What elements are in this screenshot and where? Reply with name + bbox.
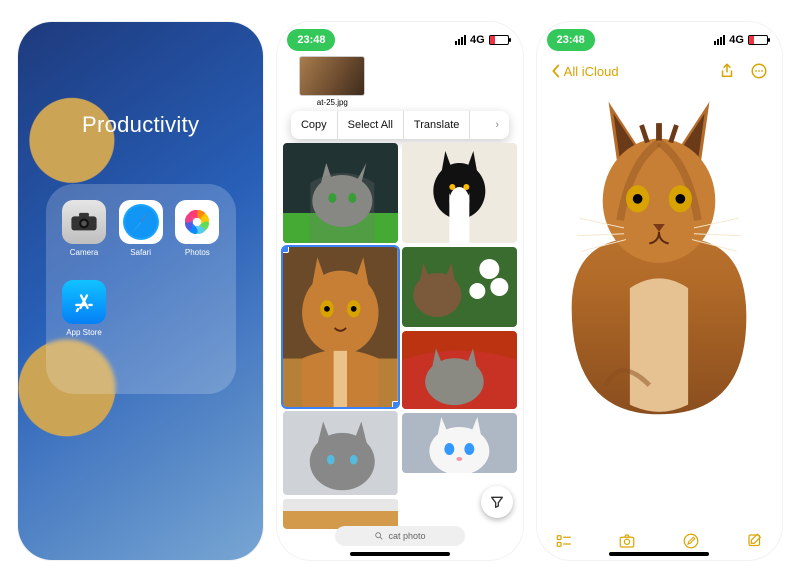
app-label: App Store — [66, 328, 102, 337]
home-screen: Productivity Camera Safari — [18, 22, 263, 560]
app-folder[interactable]: Camera Safari — [46, 184, 236, 394]
photo-tile[interactable] — [283, 411, 398, 495]
home-indicator[interactable] — [609, 552, 709, 556]
app-camera[interactable]: Camera — [58, 200, 111, 274]
photo-tile[interactable] — [402, 143, 517, 243]
funnel-icon — [489, 494, 505, 510]
app-label: Safari — [130, 248, 151, 257]
status-bar: 23:48 4G — [537, 22, 782, 54]
safari-icon — [119, 200, 163, 244]
battery-icon — [489, 35, 509, 45]
signal-icon — [714, 35, 725, 45]
notes-screen: 23:48 4G All iCloud — [537, 22, 782, 560]
app-photos[interactable]: Photos — [171, 200, 224, 274]
notes-nav: All iCloud — [537, 54, 782, 88]
compose-icon[interactable] — [746, 532, 764, 550]
network-label: 4G — [729, 34, 744, 46]
status-bar: 23:48 4G — [277, 22, 522, 54]
filter-button[interactable] — [481, 486, 513, 518]
battery-icon — [748, 35, 768, 45]
file-name: at-25.jpg — [299, 98, 365, 107]
cat-cutout-image[interactable] — [549, 94, 769, 424]
photo-tile[interactable] — [283, 499, 398, 529]
folder-title: Productivity — [82, 112, 199, 138]
home-indicator[interactable] — [350, 552, 450, 556]
time-pill[interactable]: 23:48 — [287, 29, 335, 51]
photo-tile[interactable] — [402, 331, 517, 409]
photo-tile[interactable] — [402, 247, 517, 327]
note-body[interactable] — [537, 88, 782, 522]
context-menu: Copy Select All Translate › — [291, 111, 509, 139]
ctx-select-all[interactable]: Select All — [338, 111, 404, 139]
back-button[interactable]: All iCloud — [551, 64, 619, 79]
app-safari[interactable]: Safari — [114, 200, 167, 274]
app-label: Camera — [70, 248, 98, 257]
appstore-icon — [62, 280, 106, 324]
search-pill[interactable]: cat photo — [335, 526, 465, 546]
search-screen: 23:48 4G at-25.jpg Copy Select All Trans… — [277, 22, 522, 560]
camera-icon — [62, 200, 106, 244]
file-thumbnail[interactable]: at-25.jpg — [299, 56, 365, 107]
network-label: 4G — [470, 34, 485, 46]
share-icon[interactable] — [718, 62, 736, 80]
app-label: Photos — [185, 248, 210, 257]
time-pill[interactable]: 23:48 — [547, 29, 595, 51]
chevron-left-icon — [551, 64, 560, 78]
camera-icon[interactable] — [618, 532, 636, 550]
app-appstore[interactable]: App Store — [58, 280, 111, 354]
file-thumb-image — [299, 56, 365, 96]
search-text: cat photo — [388, 531, 425, 541]
photos-icon — [175, 200, 219, 244]
photo-tile[interactable] — [283, 143, 398, 243]
ctx-translate[interactable]: Translate — [404, 111, 470, 139]
signal-icon — [455, 35, 466, 45]
photo-tile-selected[interactable] — [283, 247, 398, 407]
magnifier-icon — [374, 531, 384, 541]
checklist-icon[interactable] — [555, 532, 573, 550]
ctx-copy[interactable]: Copy — [291, 111, 338, 139]
pencil-circle-icon[interactable] — [682, 532, 700, 550]
ellipsis-circle-icon[interactable] — [750, 62, 768, 80]
back-label: All iCloud — [564, 64, 619, 79]
ctx-more[interactable]: › — [485, 111, 509, 139]
photo-tile[interactable] — [402, 413, 517, 473]
